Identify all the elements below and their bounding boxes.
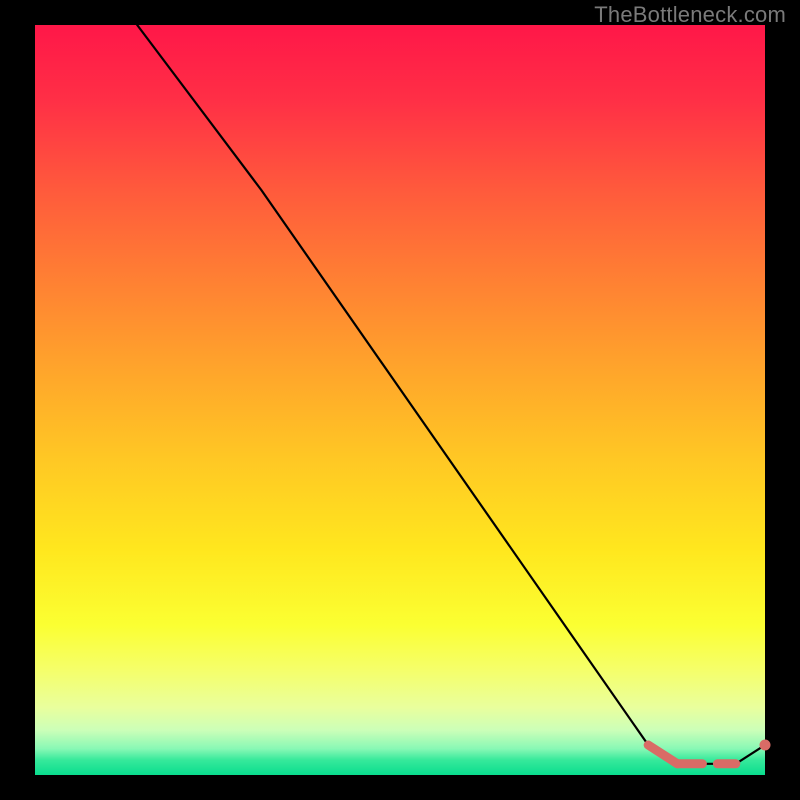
chart-overlay	[35, 25, 765, 775]
chart-frame: TheBottleneck.com	[0, 0, 800, 800]
bottleneck-curve	[137, 25, 765, 764]
curve-end-point	[760, 740, 771, 751]
optimal-range-start-marker	[648, 745, 677, 764]
